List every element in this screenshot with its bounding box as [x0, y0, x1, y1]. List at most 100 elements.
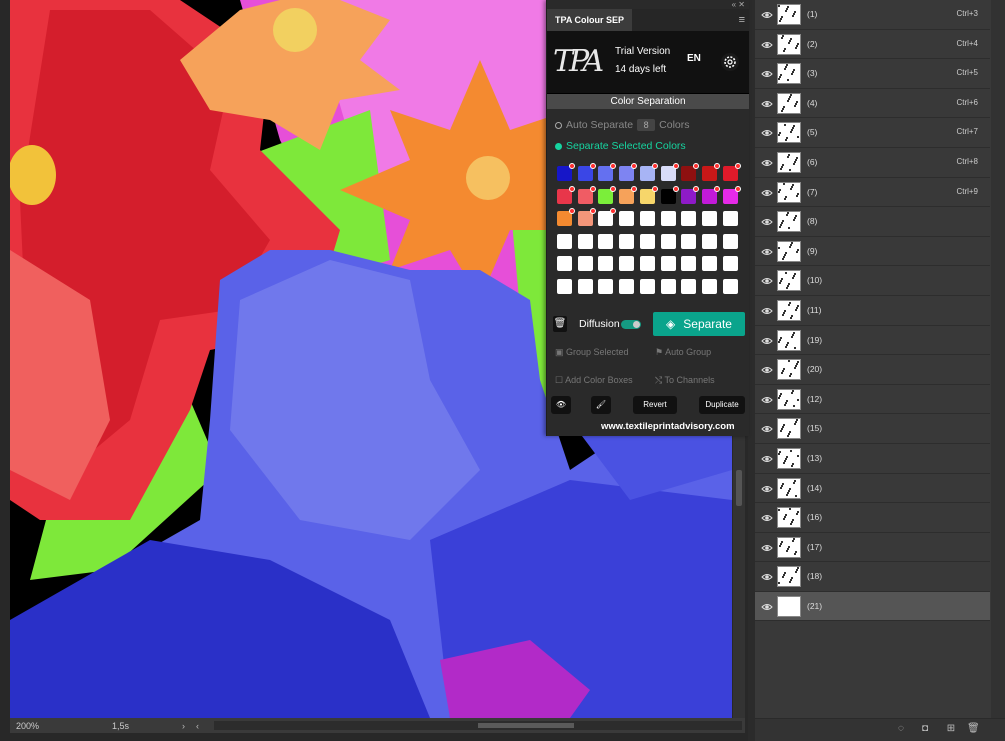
color-swatch[interactable] [577, 163, 596, 181]
color-swatch[interactable] [660, 185, 679, 204]
layer-thumbnail[interactable] [777, 388, 801, 410]
duplicate-button[interactable]: Duplicate [699, 396, 745, 414]
eye-icon[interactable] [761, 216, 773, 228]
color-swatch[interactable] [722, 256, 738, 271]
layer-thumbnail[interactable] [777, 92, 801, 114]
layer-name[interactable]: (3) [807, 68, 817, 78]
layer-row[interactable]: (3) Ctrl+5 [755, 59, 990, 89]
website-link[interactable]: www.textileprintadvisory.com [601, 421, 735, 432]
remove-color-icon[interactable] [631, 163, 638, 169]
color-swatch[interactable] [681, 163, 700, 181]
panel-window-controls[interactable]: « ✕ [547, 0, 749, 9]
layer-row[interactable]: (17) [755, 533, 990, 563]
color-swatch[interactable] [598, 278, 614, 294]
color-swatch[interactable] [577, 278, 593, 294]
color-swatch[interactable] [681, 211, 697, 226]
color-swatch[interactable] [701, 163, 720, 181]
remove-color-icon[interactable] [589, 185, 596, 192]
layer-row[interactable]: (6) Ctrl+8 [755, 148, 990, 178]
layer-row[interactable]: (8) [755, 207, 990, 237]
layer-row[interactable]: (9) [755, 237, 990, 267]
remove-color-icon[interactable] [672, 185, 679, 192]
panel-menu-icon[interactable]: ≡ [739, 14, 749, 26]
revert-button[interactable]: Revert [633, 396, 677, 414]
color-swatch[interactable] [577, 208, 596, 226]
layer-row[interactable]: (14) [755, 474, 990, 504]
to-channels-button[interactable]: ⤭ To Channels [655, 370, 715, 390]
layer-row[interactable]: (5) Ctrl+7 [755, 118, 990, 148]
color-swatch[interactable] [660, 233, 676, 249]
color-swatch[interactable] [577, 256, 593, 271]
separate-selected-radio[interactable] [555, 142, 562, 150]
eye-icon[interactable] [761, 542, 773, 554]
color-swatch[interactable] [557, 233, 572, 249]
layer-name[interactable]: (9) [807, 246, 817, 256]
remove-color-icon[interactable] [713, 185, 720, 192]
remove-color-icon[interactable] [569, 208, 575, 214]
layer-name[interactable]: (8) [807, 216, 817, 226]
settings-button[interactable] [721, 53, 739, 71]
remove-color-icon[interactable] [610, 208, 617, 214]
mask-icon[interactable]: ◘ [919, 723, 931, 735]
layer-thumbnail[interactable] [777, 181, 801, 203]
brush-button[interactable]: 🖌 [591, 396, 611, 414]
layer-thumbnail[interactable] [777, 507, 801, 529]
eye-icon[interactable] [761, 483, 773, 495]
eye-icon[interactable] [761, 39, 773, 51]
layer-thumbnail[interactable] [777, 447, 801, 469]
layer-name[interactable]: (11) [807, 305, 822, 315]
layer-row[interactable]: (12) [755, 385, 990, 415]
color-swatch[interactable] [701, 278, 717, 294]
color-swatch[interactable] [681, 256, 697, 271]
eye-icon[interactable] [761, 305, 773, 317]
eye-icon[interactable] [761, 364, 773, 376]
eye-icon[interactable] [761, 601, 773, 613]
layer-row[interactable]: (13) [755, 444, 990, 474]
color-swatch[interactable] [722, 278, 738, 294]
color-swatch[interactable] [722, 211, 738, 226]
remove-color-icon[interactable] [610, 185, 617, 192]
remove-color-icon[interactable] [693, 163, 700, 169]
color-swatch[interactable] [701, 211, 717, 226]
remove-color-icon[interactable] [610, 163, 617, 169]
group-selected-button[interactable]: ▣ Group Selected [555, 342, 629, 362]
eye-icon[interactable] [761, 512, 773, 524]
tab-tpa-colour-sep[interactable]: TPA Colour SEP [547, 9, 633, 31]
color-swatch[interactable] [681, 185, 700, 204]
remove-color-icon[interactable] [569, 185, 575, 192]
color-swatch[interactable] [701, 233, 717, 249]
layer-row[interactable]: (7) Ctrl+9 [755, 178, 990, 208]
eye-icon[interactable] [761, 571, 773, 583]
layer-thumbnail[interactable] [777, 359, 801, 381]
remove-color-icon[interactable] [693, 185, 700, 192]
color-swatch[interactable] [619, 256, 635, 271]
remove-color-icon[interactable] [734, 185, 741, 192]
color-swatch[interactable] [619, 233, 635, 249]
layer-name[interactable]: (7) [807, 187, 817, 197]
layer-thumbnail[interactable] [777, 240, 801, 262]
color-swatch[interactable] [639, 185, 658, 204]
canvas-horizontal-scrollbar[interactable] [214, 721, 742, 730]
layer-row[interactable]: (2) Ctrl+4 [755, 30, 990, 60]
color-swatch[interactable] [577, 185, 596, 204]
eye-icon[interactable] [761, 68, 773, 80]
color-swatch[interactable] [619, 185, 638, 204]
layer-row[interactable]: (18) [755, 562, 990, 592]
color-swatch[interactable] [639, 211, 655, 226]
auto-separate-option[interactable]: Auto Separate 8 Colors [555, 118, 689, 132]
color-swatch[interactable] [598, 185, 617, 204]
color-swatch[interactable] [639, 233, 655, 249]
eye-icon[interactable] [761, 423, 773, 435]
layer-row[interactable]: (11) [755, 296, 990, 326]
layer-name[interactable]: (15) [807, 423, 822, 433]
layer-row[interactable]: (4) Ctrl+6 [755, 89, 990, 119]
remove-color-icon[interactable] [589, 163, 596, 169]
eye-icon[interactable] [761, 394, 773, 406]
visibility-button[interactable]: 👁 [551, 396, 571, 414]
layer-thumbnail[interactable] [777, 151, 801, 173]
separate-button[interactable]: ◈ Separate [653, 312, 745, 336]
color-swatch[interactable] [639, 163, 658, 181]
layer-thumbnail[interactable] [777, 595, 801, 617]
color-swatch[interactable] [557, 256, 572, 271]
layer-name[interactable]: (2) [807, 39, 817, 49]
